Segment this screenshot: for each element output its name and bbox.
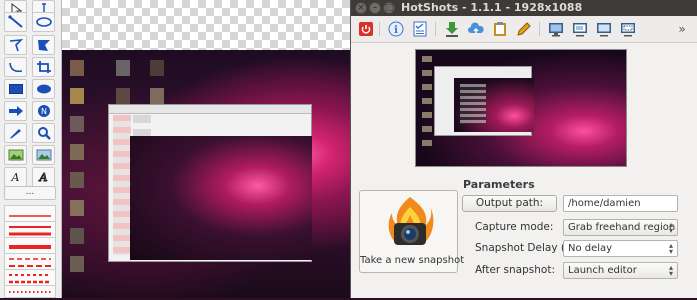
- pixelated-icon: [70, 60, 84, 76]
- capture-mode-value: Grab freehand region: [568, 222, 676, 233]
- svg-text:i: i: [394, 25, 398, 36]
- filled-ellipse-icon[interactable]: [32, 79, 55, 99]
- polyline-icon[interactable]: [4, 35, 27, 55]
- text-icon[interactable]: A: [4, 167, 27, 187]
- minimize-icon[interactable]: –: [369, 2, 381, 14]
- pixelated-icon: [116, 60, 130, 76]
- editor-canvas[interactable]: [62, 0, 350, 298]
- snapshot-delay-spinbox[interactable]: No delay ▴ ▾: [563, 240, 678, 257]
- camera-flame-icon: [384, 195, 436, 251]
- maximize-icon[interactable]: □: [383, 2, 395, 14]
- snapshot-preview: [415, 49, 627, 167]
- overflow-icon[interactable]: »: [673, 20, 691, 38]
- output-path-field[interactable]: /home/damien: [563, 195, 678, 212]
- updown-icon: ▴ ▾: [668, 220, 673, 235]
- pixelated-icon: [70, 116, 84, 132]
- clipboard-icon[interactable]: [491, 20, 509, 38]
- window-icon[interactable]: [571, 20, 589, 38]
- pixelated-icon: [150, 88, 164, 104]
- captured-screenshot-region: [130, 136, 312, 260]
- text-outline-icon[interactable]: A: [32, 167, 55, 187]
- highlighter-icon[interactable]: [4, 123, 27, 143]
- snapshot-delay-value: No delay: [568, 243, 613, 254]
- arrow-icon[interactable]: [4, 101, 27, 121]
- after-snapshot-value: Launch editor: [568, 265, 637, 276]
- line-icon[interactable]: [4, 12, 27, 32]
- number-tag-icon[interactable]: N: [32, 101, 55, 121]
- region-icon[interactable]: [619, 20, 637, 38]
- main-toolbar: i »: [351, 16, 697, 43]
- line-style-dotted[interactable]: [4, 285, 56, 298]
- pencil-icon[interactable]: [515, 20, 533, 38]
- title-bar: × – □ HotShots - 1.1.1 - 1928x1088: [351, 0, 697, 16]
- polygon-icon[interactable]: [32, 35, 55, 55]
- parameters-heading: Parameters: [463, 178, 535, 191]
- hotshots-window: × – □ HotShots - 1.1.1 - 1928x1088 i » P…: [350, 0, 697, 298]
- fullscreen-icon[interactable]: [595, 20, 613, 38]
- close-icon[interactable]: ×: [355, 2, 367, 14]
- window-title: HotShots - 1.1.1 - 1928x1088: [401, 1, 583, 14]
- pixelated-icon: [70, 88, 84, 104]
- monitor-icon[interactable]: [547, 20, 565, 38]
- pixelated-icon: [70, 256, 84, 272]
- spin-arrows-icon[interactable]: ▴ ▾: [669, 242, 673, 256]
- pixelated-icon: [116, 88, 130, 104]
- take-snapshot-label: Take a new snapshot: [360, 255, 465, 266]
- crop-icon[interactable]: [32, 57, 55, 77]
- pixelated-icon: [150, 60, 164, 76]
- output-path-button[interactable]: Output path:: [462, 195, 557, 212]
- zoom-icon[interactable]: [32, 123, 55, 143]
- after-snapshot-select[interactable]: Launch editor ▴ ▾: [563, 262, 678, 279]
- more-tools-button[interactable]: ...: [4, 186, 56, 200]
- pixelated-icon: [70, 228, 84, 244]
- download-icon[interactable]: [443, 20, 461, 38]
- capture-mode-label: Capture mode:: [475, 221, 554, 233]
- info-icon[interactable]: i: [387, 20, 405, 38]
- updown-icon: ▴ ▾: [668, 263, 673, 278]
- image-alt-icon[interactable]: [32, 145, 55, 165]
- cloud-upload-icon[interactable]: [467, 20, 485, 38]
- pixelated-icon: [70, 200, 84, 216]
- checklist-icon[interactable]: [411, 20, 429, 38]
- rectangle-icon[interactable]: [4, 79, 27, 99]
- pixelated-icon: [70, 144, 84, 160]
- svg-text:N: N: [41, 107, 47, 116]
- pixelated-icon: [70, 172, 84, 188]
- editor-tool-palette: N A A ...: [0, 0, 62, 298]
- image-icon[interactable]: [4, 145, 27, 165]
- power-icon[interactable]: [357, 20, 375, 38]
- curve-icon[interactable]: [4, 57, 27, 77]
- ellipse-icon[interactable]: [32, 12, 55, 32]
- capture-mode-select[interactable]: Grab freehand region ▴ ▾: [563, 219, 678, 236]
- take-snapshot-button[interactable]: Take a new snapshot: [359, 190, 465, 273]
- after-snapshot-label: After snapshot:: [475, 264, 555, 276]
